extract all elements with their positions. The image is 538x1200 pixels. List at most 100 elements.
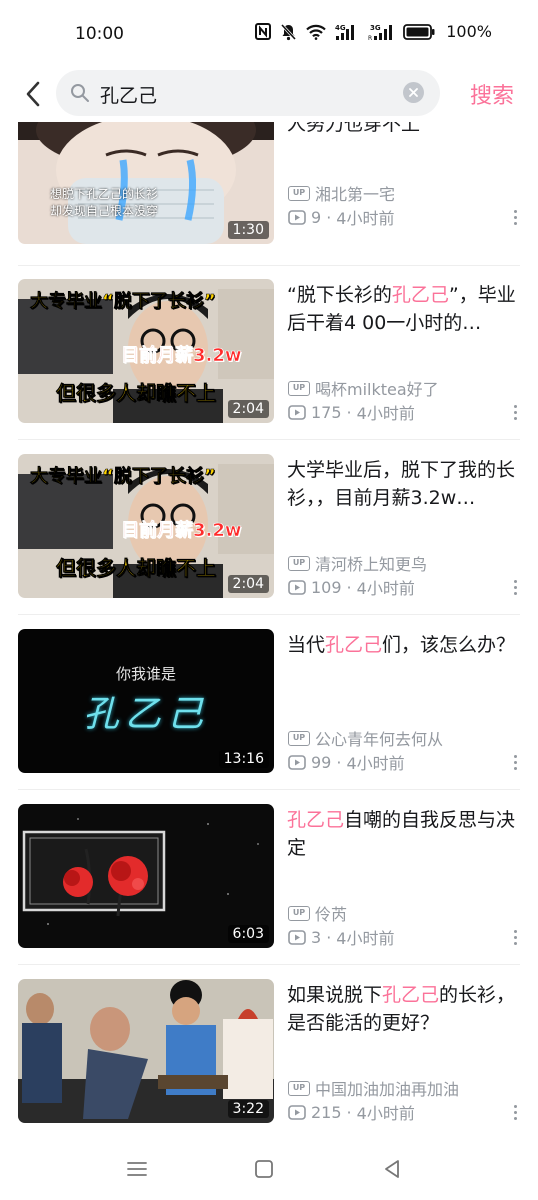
video-title[interactable]: 孔乙己自嘲的自我反思与决定 xyxy=(287,806,521,862)
publish-time: 4小时前 xyxy=(336,209,395,228)
video-thumbnail[interactable]: 6:03 xyxy=(18,804,274,948)
video-card[interactable]: 大专毕业“脱下了长衫” 目前月薪3.2w 但很多人却瞧不上 2:04 大学毕业后… xyxy=(0,454,538,604)
meta-separator: · xyxy=(346,1102,352,1122)
view-count: 175 xyxy=(311,402,342,422)
search-icon xyxy=(71,84,89,102)
video-duration: 2:04 xyxy=(227,400,269,418)
nav-menu-button[interactable] xyxy=(124,1156,150,1182)
video-thumbnail[interactable]: 大专毕业“脱下了长衫” 目前月薪3.2w 但很多人却瞧不上 2:04 xyxy=(18,279,274,423)
nfc-icon xyxy=(255,23,272,40)
home-square-icon xyxy=(255,1160,273,1178)
title-text: 如果说脱下 xyxy=(287,984,383,1006)
meta-separator: · xyxy=(326,207,332,227)
uploader-name[interactable]: 伶芮 xyxy=(315,901,347,925)
view-count: 215 xyxy=(311,1102,342,1122)
status-bar: 10:00 4G 3G R 100% xyxy=(0,0,538,70)
video-card[interactable]: 大专毕业“脱下了长衫” 目前月薪3.2w 但很多人却瞧不上 2:04 “脱下长衫… xyxy=(0,279,538,429)
back-button[interactable] xyxy=(18,78,48,110)
video-meta: UP 湘北第一宅 9 · 4小时前 xyxy=(288,181,503,229)
thumbnail-caption: 却发现自己根本没穿 xyxy=(50,204,159,218)
title-highlight: 孔乙己 xyxy=(325,634,383,656)
play-count-icon xyxy=(288,1104,306,1120)
video-duration: 13:16 xyxy=(218,750,269,768)
svg-text:4G: 4G xyxy=(335,24,346,32)
play-count-icon xyxy=(288,579,306,595)
video-title[interactable]: “脱下长衫的孔乙己”，毕业后干着4 00一小时的… xyxy=(287,281,521,337)
video-title[interactable]: 大学毕业后，脱下了我的长衫，，目前月薪3.2w… xyxy=(287,456,521,512)
video-title[interactable]: 如果说脱下孔乙己的长衫，是否能活的更好？ xyxy=(287,981,521,1037)
title-text: 们，该怎么办？ xyxy=(382,634,516,656)
menu-icon xyxy=(127,1162,147,1176)
thumbnail-caption: 但很多人却瞧不上 xyxy=(56,556,217,581)
more-options-button[interactable] xyxy=(510,400,520,424)
status-time: 10:00 xyxy=(75,24,124,44)
video-title[interactable]: 人努力也穿不上 xyxy=(287,122,521,140)
search-query[interactable]: 孔乙己 xyxy=(100,81,157,108)
video-title[interactable]: 当代孔乙己们，该怎么办？ xyxy=(287,631,521,687)
nav-back-button[interactable] xyxy=(379,1156,405,1182)
thumbnail-caption: 想脱下孔乙己的长衫 xyxy=(50,187,159,201)
view-count: 3 xyxy=(311,927,322,947)
title-text: 大学毕业后，脱下了我的长衫，，目前月薪3.2w… xyxy=(287,459,516,509)
video-thumbnail[interactable]: 3:22 xyxy=(18,979,274,1123)
video-card[interactable]: 3:22 如果说脱下孔乙己的长衫，是否能活的更好？ UP 中国加油加油再加油 21… xyxy=(0,979,538,1129)
divider xyxy=(18,789,520,790)
view-count: 9 xyxy=(311,207,322,227)
close-icon xyxy=(409,88,418,97)
view-count: 109 xyxy=(311,577,342,597)
title-highlight: 孔乙己 xyxy=(287,809,345,831)
video-meta: UP 清河桥上知更鸟 109 · 4小时前 xyxy=(288,551,503,599)
search-input[interactable]: 孔乙己 xyxy=(56,70,440,116)
video-thumbnail[interactable]: 大专毕业“脱下了长衫” 目前月薪3.2w 但很多人却瞧不上 2:04 xyxy=(18,454,274,598)
video-thumbnail[interactable]: 你我谁是 孔乙己 13:16 xyxy=(18,629,274,773)
video-meta: UP 喝杯milktea好了 175 · 4小时前 xyxy=(288,376,503,424)
uploader-name[interactable]: 清河桥上知更鸟 xyxy=(315,551,427,575)
video-card[interactable]: 想脱下孔乙己的长衫 却发现自己根本没穿 1:30 人努力也穿不上 UP 湘北第一宅… xyxy=(0,122,538,250)
uploader-name[interactable]: 喝杯milktea好了 xyxy=(315,376,439,400)
play-count-icon xyxy=(288,929,306,945)
divider xyxy=(18,439,520,440)
up-icon: UP xyxy=(288,730,310,746)
svg-text:3G: 3G xyxy=(370,24,381,32)
thumbnail-caption: 大专毕业“脱下了长衫” xyxy=(30,466,216,488)
svg-text:R: R xyxy=(368,35,372,41)
video-thumbnail[interactable]: 想脱下孔乙己的长衫 却发现自己根本没穿 1:30 xyxy=(18,122,274,244)
more-options-button[interactable] xyxy=(510,925,520,949)
clear-search-button[interactable] xyxy=(403,82,424,103)
mute-bell-icon xyxy=(280,23,297,41)
nav-home-button[interactable] xyxy=(251,1156,277,1182)
meta-separator: · xyxy=(326,927,332,947)
search-button[interactable]: 搜索 xyxy=(470,78,514,110)
title-highlight: 孔乙己 xyxy=(382,984,440,1006)
thumbnail-caption: 你我谁是 xyxy=(115,665,176,683)
more-options-button[interactable] xyxy=(510,575,520,599)
uploader-name[interactable]: 中国加油加油再加油 xyxy=(315,1076,459,1100)
title-text: 人努力也穿不上 xyxy=(287,122,421,135)
uploader-name[interactable]: 湘北第一宅 xyxy=(315,181,395,205)
thumbnail-caption: 大专毕业“脱下了长衫” xyxy=(30,291,216,313)
title-highlight: 孔乙己 xyxy=(391,284,449,306)
meta-separator: · xyxy=(346,402,352,422)
battery-icon xyxy=(403,23,435,40)
search-results-list[interactable]: 想脱下孔乙己的长衫 却发现自己根本没穿 1:30 人努力也穿不上 UP 湘北第一宅… xyxy=(0,122,538,1132)
publish-time: 4小时前 xyxy=(336,929,395,948)
publish-time: 4小时前 xyxy=(356,1104,415,1123)
more-options-button[interactable] xyxy=(510,750,520,774)
wifi-icon xyxy=(306,24,327,40)
play-count-icon xyxy=(288,404,306,420)
back-triangle-icon xyxy=(385,1160,399,1178)
video-card[interactable]: 6:03 孔乙己自嘲的自我反思与决定 UP 伶芮 3 · 4小时前 xyxy=(0,804,538,954)
title-text: “脱下长衫的 xyxy=(287,284,392,306)
video-card[interactable]: 你我谁是 孔乙己 13:16 当代孔乙己们，该怎么办？ UP 公心青年何去何从 9… xyxy=(0,629,538,779)
video-meta: UP 伶芮 3 · 4小时前 xyxy=(288,901,503,949)
up-icon: UP xyxy=(288,185,310,201)
thumbnail-caption: 孔乙己 xyxy=(82,694,209,735)
more-options-button[interactable] xyxy=(510,205,520,229)
more-options-button[interactable] xyxy=(510,1100,520,1124)
uploader-name[interactable]: 公心青年何去何从 xyxy=(315,726,443,750)
system-navigation-bar xyxy=(0,1140,538,1200)
video-duration: 1:30 xyxy=(227,221,269,239)
video-meta: UP 中国加油加油再加油 215 · 4小时前 xyxy=(288,1076,503,1124)
thumbnail-caption: 目前月薪3.2w xyxy=(121,520,242,542)
meta-separator: · xyxy=(346,577,352,597)
